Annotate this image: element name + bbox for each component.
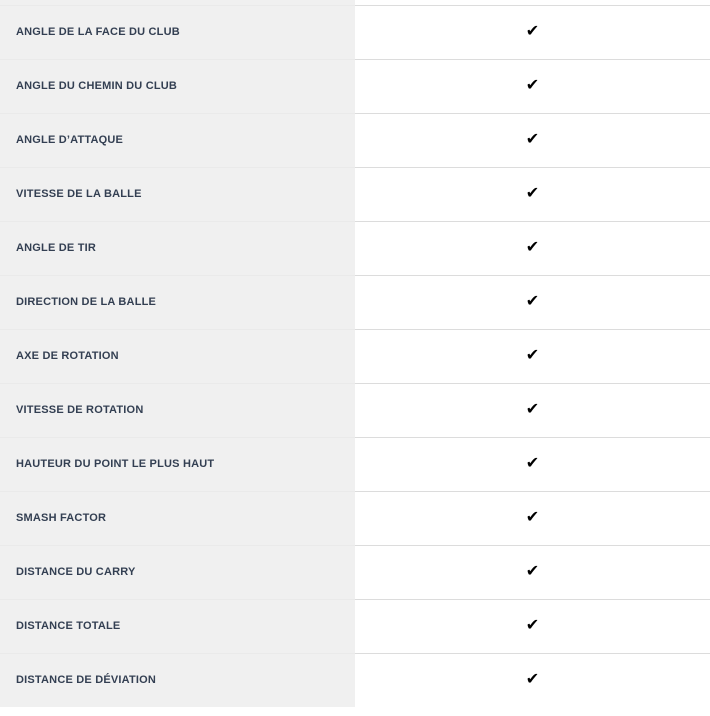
metric-support-cell: ✔: [355, 328, 710, 383]
metric-label: DIRECTION DE LA BALLE: [16, 296, 157, 308]
metric-support-cell: ✔: [355, 652, 710, 707]
table-row: ANGLE DE TIR ✔: [0, 220, 710, 275]
metric-label-cell: VITESSE DE ROTATION: [0, 382, 355, 437]
metric-support-cell: ✔: [355, 598, 710, 653]
metric-support-cell: ✔: [355, 166, 710, 221]
metric-label: DISTANCE TOTALE: [16, 620, 121, 632]
feature-table-body: ANGLE DE LA FACE DU CLUB ✔ ANGLE DU CHEM…: [0, 0, 710, 707]
table-row: ANGLE D’ATTAQUE ✔: [0, 112, 710, 167]
feature-comparison-table: ANGLE DE LA FACE DU CLUB ✔ ANGLE DU CHEM…: [0, 0, 710, 707]
metric-label: HAUTEUR DU POINT LE PLUS HAUT: [16, 458, 215, 470]
metric-label: VITESSE DE LA BALLE: [16, 188, 142, 200]
check-icon: ✔: [525, 399, 540, 418]
metric-label: DISTANCE DE DÉVIATION: [16, 674, 157, 687]
table-row: VITESSE DE LA BALLE ✔: [0, 166, 710, 221]
check-icon: ✔: [525, 561, 540, 580]
metric-label-cell: ANGLE DU CHEMIN DU CLUB: [0, 58, 355, 113]
metric-support-cell: ✔: [355, 220, 710, 275]
metric-label: VITESSE DE ROTATION: [16, 404, 144, 416]
metric-label: ANGLE DE TIR: [16, 242, 97, 254]
metric-support-cell: ✔: [355, 58, 710, 113]
check-icon: ✔: [525, 345, 540, 364]
metric-label-cell: ANGLE D’ATTAQUE: [0, 112, 355, 167]
check-icon: ✔: [525, 21, 540, 40]
metric-label-cell: AXE DE ROTATION: [0, 328, 355, 383]
table-row: VITESSE DE ROTATION ✔: [0, 382, 710, 437]
check-icon: ✔: [525, 183, 540, 202]
metric-label-cell: DISTANCE DU CARRY: [0, 544, 355, 599]
metric-support-cell: ✔: [355, 436, 710, 491]
metric-label-cell: ANGLE DE TIR: [0, 220, 355, 275]
metric-label-cell: HAUTEUR DU POINT LE PLUS HAUT: [0, 436, 355, 491]
check-icon: ✔: [525, 237, 540, 256]
table-row: HAUTEUR DU POINT LE PLUS HAUT ✔: [0, 436, 710, 491]
check-icon: ✔: [525, 669, 540, 689]
metric-support-cell: ✔: [355, 544, 710, 599]
table-row: DIRECTION DE LA BALLE ✔: [0, 274, 710, 329]
check-icon: ✔: [525, 291, 540, 310]
check-icon: ✔: [525, 507, 540, 526]
metric-label-cell: DISTANCE DE DÉVIATION: [0, 652, 355, 707]
metric-label: DISTANCE DU CARRY: [16, 566, 136, 578]
metric-label-cell: DIRECTION DE LA BALLE: [0, 274, 355, 329]
table-row: ANGLE DE LA FACE DU CLUB ✔: [0, 4, 710, 59]
check-icon: ✔: [525, 75, 540, 94]
metric-label-cell: DISTANCE TOTALE: [0, 598, 355, 653]
table-row: ANGLE DU CHEMIN DU CLUB ✔: [0, 58, 710, 113]
table-row: SMASH FACTOR ✔: [0, 490, 710, 545]
check-icon: ✔: [525, 453, 540, 472]
metric-support-cell: ✔: [355, 4, 710, 59]
metric-label: ANGLE D’ATTAQUE: [16, 134, 124, 146]
metric-label: AXE DE ROTATION: [16, 350, 119, 362]
table-row: AXE DE ROTATION ✔: [0, 328, 710, 383]
metric-label-cell: SMASH FACTOR: [0, 490, 355, 545]
table-row: DISTANCE TOTALE ✔: [0, 598, 710, 653]
metric-support-cell: ✔: [355, 490, 710, 545]
metric-label-cell: VITESSE DE LA BALLE: [0, 166, 355, 221]
check-icon: ✔: [525, 129, 540, 148]
metric-label: SMASH FACTOR: [16, 512, 107, 524]
metric-support-cell: ✔: [355, 112, 710, 167]
metric-label: ANGLE DE LA FACE DU CLUB: [16, 26, 180, 38]
metric-label-cell: ANGLE DE LA FACE DU CLUB: [0, 4, 355, 59]
check-icon: ✔: [525, 615, 540, 634]
table-row: DISTANCE DE DÉVIATION ✔: [0, 652, 710, 707]
metric-support-cell: ✔: [355, 274, 710, 329]
table-row: DISTANCE DU CARRY ✔: [0, 544, 710, 599]
metric-support-cell: ✔: [355, 382, 710, 437]
metric-label: ANGLE DU CHEMIN DU CLUB: [16, 80, 178, 92]
